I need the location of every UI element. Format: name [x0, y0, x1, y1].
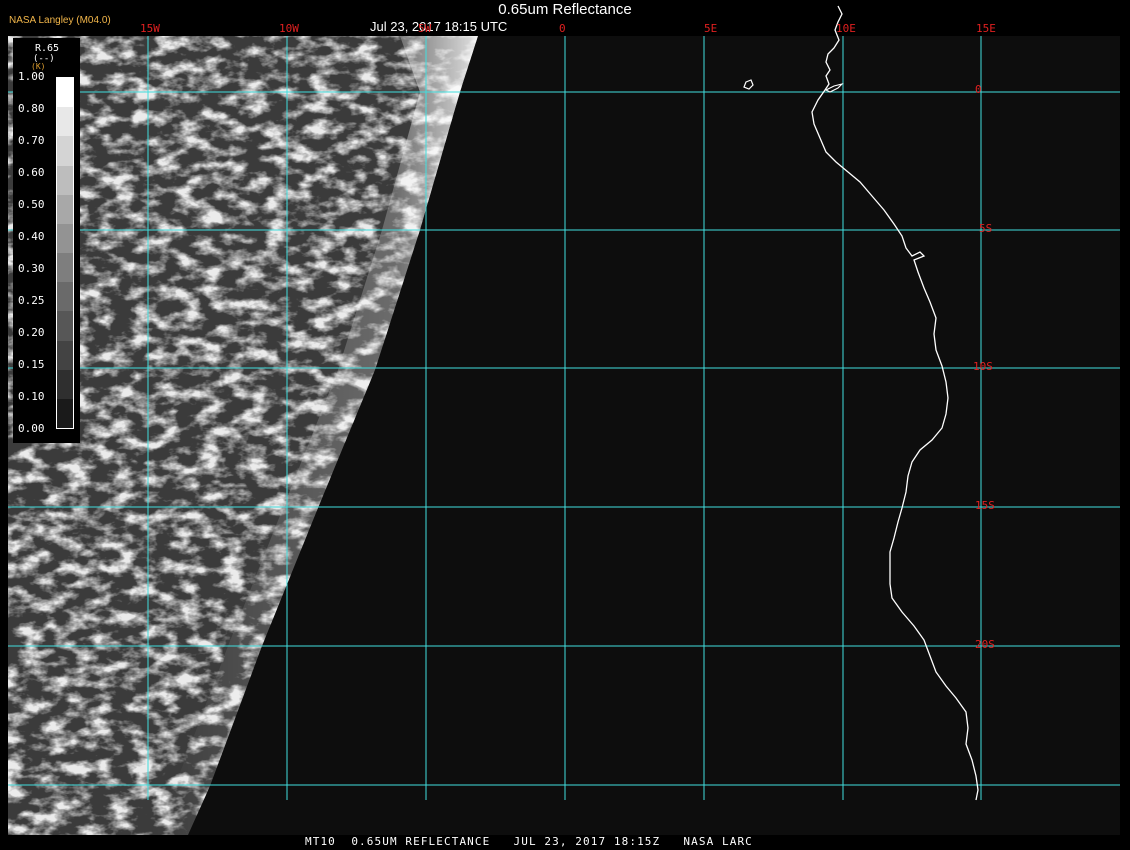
- legend-tick-label: 0.25: [18, 294, 45, 307]
- longitude-label: 10E: [836, 22, 856, 35]
- latitude-label: 0: [975, 83, 982, 96]
- map-title: 0.65um Reflectance: [498, 1, 632, 18]
- longitude-label: 15W: [140, 22, 160, 35]
- legend-swatch: [57, 398, 73, 429]
- legend-tick-label: 0.60: [18, 166, 45, 179]
- legend-swatch: [57, 253, 73, 283]
- legend-tick-label: 0.10: [18, 390, 45, 403]
- legend-tick-label: 0.50: [18, 198, 45, 211]
- legend-tick-label: 0.15: [18, 358, 45, 371]
- longitude-label: 5E: [704, 22, 718, 35]
- legend-swatch: [57, 78, 73, 108]
- latitude-label: 5S: [979, 222, 993, 235]
- longitude-label: 10W: [279, 22, 299, 35]
- legend-tick-label: 1.00: [18, 70, 45, 83]
- legend-swatch: [57, 311, 73, 341]
- legend-tick-label: 0.00: [18, 422, 45, 435]
- legend-tick-label: 0.20: [18, 326, 45, 339]
- legend-swatch: [57, 223, 73, 254]
- legend-title: R.65: [35, 43, 60, 54]
- legend-color-bar: [56, 77, 74, 429]
- legend-swatch: [57, 194, 73, 225]
- latitude-label: 20S: [975, 638, 995, 651]
- legend-tick-label: 0.80: [18, 102, 45, 115]
- longitude-label: 5W: [418, 22, 432, 35]
- legend-swatch: [57, 107, 73, 137]
- legend-swatch: [57, 165, 73, 196]
- legend-tick-label: 0.70: [18, 134, 45, 147]
- satellite-map: [0, 0, 1130, 850]
- bottom-caption: MT10 0.65UM REFLECTANCE JUL 23, 2017 18:…: [305, 835, 753, 848]
- legend-swatch: [57, 136, 73, 166]
- latitude-label: 15S: [975, 499, 995, 512]
- legend-swatch: [57, 340, 73, 371]
- legend-tick-label: 0.30: [18, 262, 45, 275]
- map-canvas: [8, 5, 1120, 835]
- legend-tick-label: 0.40: [18, 230, 45, 243]
- latitude-label: 10S: [973, 360, 993, 373]
- legend-swatch: [57, 282, 73, 312]
- longitude-label: 15E: [976, 22, 996, 35]
- map-datetime: Jul 23, 2017 18:15 UTC: [370, 19, 508, 34]
- producer-label: NASA Langley (M04.0): [9, 15, 111, 26]
- legend-swatch: [57, 369, 73, 400]
- longitude-label: 0: [559, 22, 566, 35]
